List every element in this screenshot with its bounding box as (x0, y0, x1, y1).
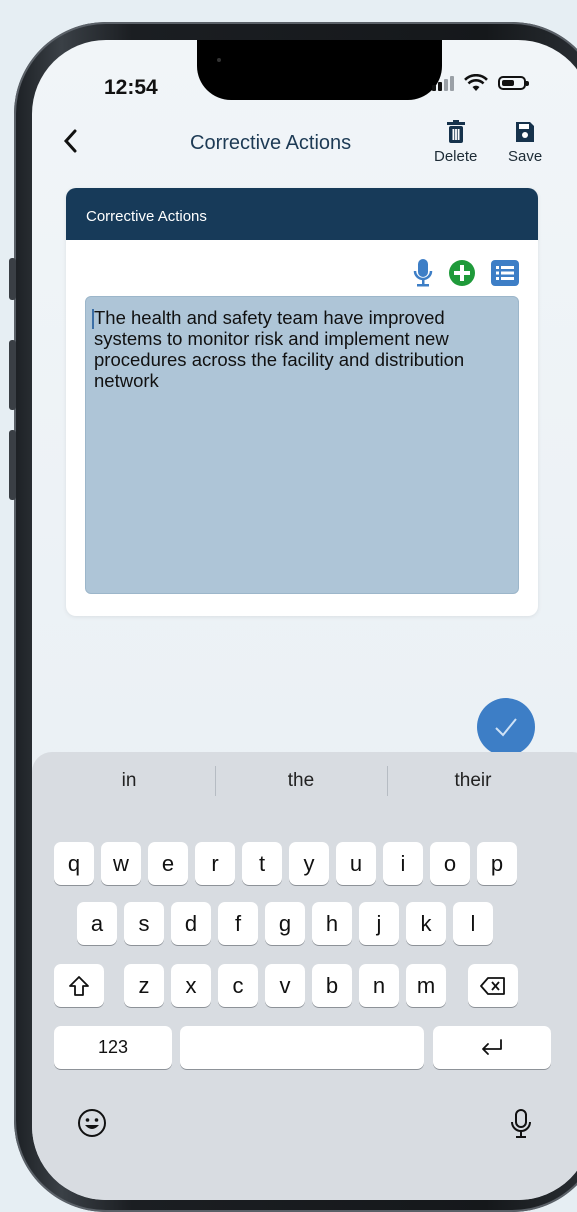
save-button[interactable]: Save (508, 120, 542, 165)
notch (197, 40, 442, 100)
key-y[interactable]: y (289, 842, 329, 885)
backspace-key[interactable] (468, 964, 518, 1007)
delete-button[interactable]: Delete (434, 120, 477, 165)
emoji-icon (78, 1109, 106, 1137)
navigation-bar: Corrective Actions Delete Save (32, 120, 577, 190)
key-u[interactable]: u (336, 842, 376, 885)
key-p[interactable]: p (477, 842, 517, 885)
textarea-content: The health and safety team have improved… (94, 307, 465, 391)
key-e[interactable]: e (148, 842, 188, 885)
corrective-actions-card: Corrective Actions The health and safety… (66, 188, 538, 616)
key-m[interactable]: m (406, 964, 446, 1007)
volume-up-button (9, 340, 16, 410)
key-q[interactable]: q (54, 842, 94, 885)
key-d[interactable]: d (171, 902, 211, 945)
key-n[interactable]: n (359, 964, 399, 1007)
key-x[interactable]: x (171, 964, 211, 1007)
back-button[interactable] (62, 128, 78, 162)
shift-key[interactable] (54, 964, 104, 1007)
key-i[interactable]: i (383, 842, 423, 885)
wifi-icon (464, 74, 488, 91)
key-w[interactable]: w (101, 842, 141, 885)
backspace-icon (480, 976, 505, 995)
emoji-button[interactable] (77, 1108, 107, 1143)
shift-icon (69, 975, 89, 996)
dictation-button[interactable] (510, 1108, 532, 1145)
save-label: Save (508, 148, 543, 165)
return-key[interactable] (433, 1026, 551, 1069)
key-k[interactable]: k (406, 902, 446, 945)
key-g[interactable]: g (265, 902, 305, 945)
save-icon (516, 122, 535, 142)
back-chevron-icon (63, 129, 77, 153)
key-j[interactable]: j (359, 902, 399, 945)
key-a[interactable]: a (77, 902, 117, 945)
signal-icon (432, 75, 454, 91)
trash-icon (446, 120, 465, 143)
list-icon[interactable] (490, 259, 520, 287)
battery-icon (498, 76, 529, 90)
confirm-button[interactable] (477, 698, 535, 756)
text-cursor (92, 309, 94, 329)
numbers-key[interactable]: 123 (54, 1026, 172, 1069)
suggestion-2[interactable]: the (231, 770, 371, 792)
key-t[interactable]: t (242, 842, 282, 885)
microphone-icon[interactable] (412, 258, 434, 288)
suggestion-divider (215, 766, 216, 796)
suggestion-1[interactable]: in (59, 770, 199, 792)
key-l[interactable]: l (453, 902, 493, 945)
keyboard: in the their q w e r t y u i o p a s d f… (32, 752, 577, 1200)
delete-label: Delete (434, 148, 478, 165)
volume-down-button (9, 430, 16, 500)
key-z[interactable]: z (124, 964, 164, 1007)
status-icons (432, 74, 529, 92)
dictation-icon (511, 1109, 531, 1138)
key-b[interactable]: b (312, 964, 352, 1007)
key-r[interactable]: r (195, 842, 235, 885)
suggestion-divider (387, 766, 388, 796)
add-circle-icon[interactable] (448, 259, 476, 287)
key-f[interactable]: f (218, 902, 258, 945)
card-toolbar (412, 258, 520, 288)
silent-switch (9, 258, 16, 300)
key-v[interactable]: v (265, 964, 305, 1007)
key-c[interactable]: c (218, 964, 258, 1007)
checkmark-icon (495, 718, 517, 737)
space-key[interactable] (180, 1026, 424, 1069)
key-o[interactable]: o (430, 842, 470, 885)
card-header: Corrective Actions (66, 188, 538, 240)
page-title: Corrective Actions (190, 132, 352, 154)
status-time: 12:54 (104, 76, 158, 99)
suggestion-3[interactable]: their (403, 770, 543, 792)
return-icon (482, 1038, 502, 1055)
phone-screen: 12:54 Corrective Actions Delete Save Cor… (32, 40, 577, 1200)
suggestion-bar: in the their (32, 752, 577, 812)
key-h[interactable]: h (312, 902, 352, 945)
corrective-actions-textarea[interactable]: The health and safety team have improved… (85, 296, 519, 594)
key-s[interactable]: s (124, 902, 164, 945)
